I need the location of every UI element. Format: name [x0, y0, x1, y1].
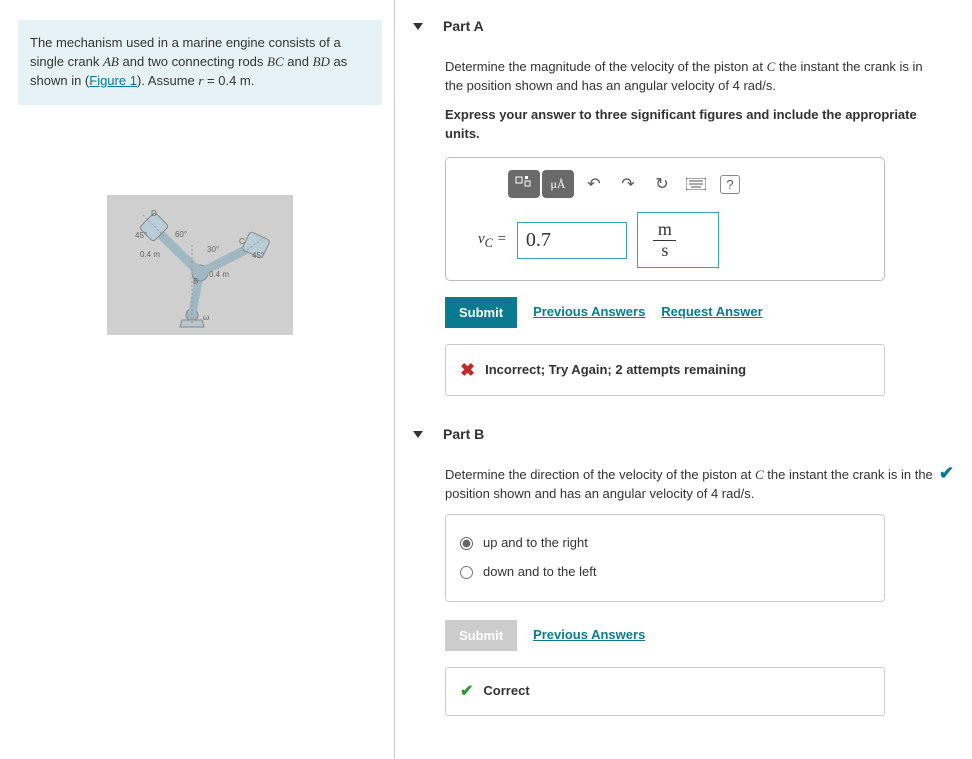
template-tool-icon[interactable] [508, 170, 540, 198]
fig-label-60: 60° [175, 230, 187, 239]
previous-answers-link-b[interactable]: Previous Answers [533, 626, 645, 645]
part-a-body: Determine the magnitude of the velocity … [445, 42, 954, 418]
feedback-box-b: ✔ Correct [445, 667, 885, 716]
radio-opt-1[interactable]: up and to the right [460, 529, 870, 558]
reset-icon[interactable]: ↻ [648, 172, 676, 196]
redo-icon[interactable]: ↷ [614, 172, 642, 196]
fig-label-len2: 0.4 m [209, 270, 229, 279]
caret-down-icon [413, 431, 423, 438]
check-icon: ✔ [460, 680, 473, 703]
x-icon: ✖ [460, 357, 475, 383]
unit-num: m [652, 220, 678, 240]
fig-label-len1: 0.4 m [140, 250, 160, 259]
request-answer-link[interactable]: Request Answer [661, 303, 762, 322]
feedback-text-b: Correct [483, 682, 529, 701]
check-icon: ✔ [939, 460, 954, 486]
part-b-header[interactable]: Part B [445, 418, 954, 450]
radio-input-2[interactable] [460, 566, 473, 579]
part-a-buttons: Submit Previous Answers Request Answer [445, 297, 954, 328]
figure-image: D 45° 60° 30° C 45° 0.4 m 0.4 m B ω [107, 195, 293, 335]
previous-answers-link-a[interactable]: Previous Answers [533, 303, 645, 322]
problem-statement: The mechanism used in a marine engine co… [18, 20, 382, 105]
part-a-instruction: Express your answer to three significant… [445, 106, 935, 144]
part-a-title: Part A [443, 18, 484, 34]
fig-label-b: B [193, 277, 198, 286]
undo-icon[interactable]: ↶ [580, 172, 608, 196]
fig-label-45l: 45° [135, 231, 147, 240]
figure-link[interactable]: Figure 1 [89, 73, 137, 88]
answer-box-a: μÅ ↶ ↷ ↻ ? vC = m s [445, 157, 885, 281]
formula-toolbar: μÅ ↶ ↷ ↻ ? [508, 170, 868, 198]
radio-input-1[interactable] [460, 537, 473, 550]
keyboard-icon[interactable] [682, 172, 710, 196]
fig-label-45r: 45° [252, 251, 264, 260]
part-b-desc: Determine the direction of the velocity … [445, 466, 935, 504]
part-a-header[interactable]: Part A [445, 10, 954, 42]
radio-box-b: up and to the right down and to the left [445, 514, 885, 602]
part-b-buttons: Submit Previous Answers [445, 620, 954, 651]
caret-down-icon [413, 23, 423, 30]
fig-label-omega: ω [203, 313, 209, 322]
radio-label-1: up and to the right [483, 534, 588, 553]
vc-label: vC = [478, 229, 507, 252]
radio-label-2: down and to the left [483, 563, 596, 582]
radio-opt-2[interactable]: down and to the left [460, 558, 870, 587]
submit-button-b: Submit [445, 620, 517, 651]
feedback-text-a: Incorrect; Try Again; 2 attempts remaini… [485, 361, 746, 380]
fig-label-30: 30° [207, 245, 219, 254]
var-bc: BC [267, 54, 284, 69]
part-b-body: ✔ Determine the direction of the velocit… [445, 450, 954, 738]
figure-wrapper: D 45° 60° 30° C 45° 0.4 m 0.4 m B ω [18, 195, 382, 335]
value-input[interactable] [517, 222, 627, 259]
var-bd: BD [313, 54, 330, 69]
fig-label-d: D [151, 209, 157, 218]
part-b-title: Part B [443, 426, 484, 442]
answer-input-row: vC = m s [478, 212, 868, 268]
fig-label-c: C [239, 237, 245, 246]
units-tool-icon[interactable]: μÅ [542, 170, 574, 198]
feedback-box-a: ✖ Incorrect; Try Again; 2 attempts remai… [445, 344, 885, 396]
problem-pane: The mechanism used in a marine engine co… [0, 0, 395, 759]
part-a-desc: Determine the magnitude of the velocity … [445, 58, 935, 96]
var-ab: AB [103, 54, 119, 69]
unit-box[interactable]: m s [637, 212, 719, 268]
submit-button-a[interactable]: Submit [445, 297, 517, 328]
unit-den: s [653, 240, 676, 261]
answer-pane: Part A Determine the magnitude of the ve… [395, 0, 972, 759]
help-icon[interactable]: ? [716, 172, 744, 196]
